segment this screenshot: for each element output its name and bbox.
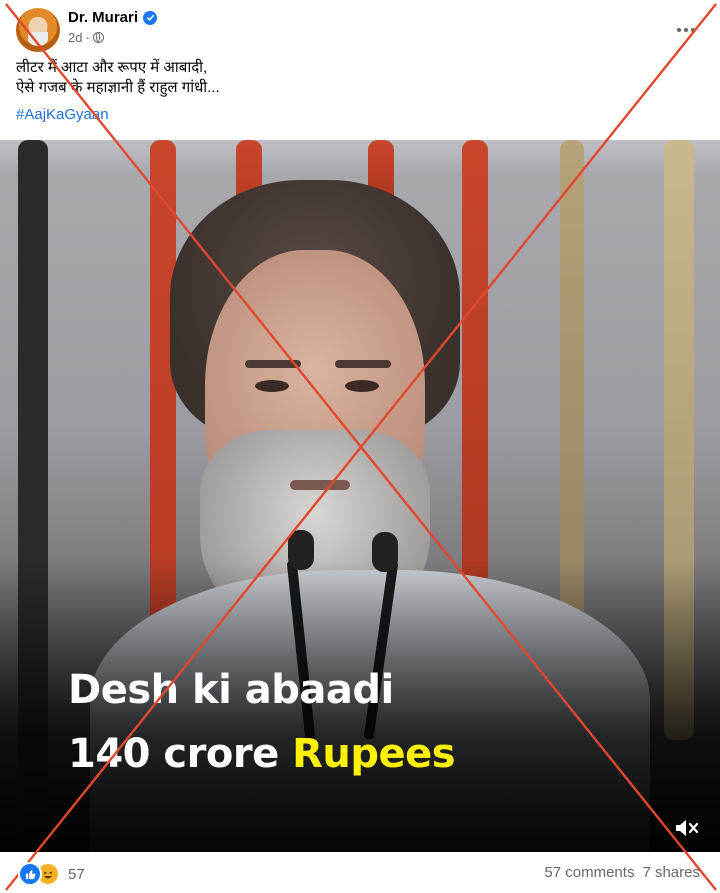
post-meta: 2d · [68,30,104,45]
video-caption-highlight: Rupees [292,731,456,777]
comments-count[interactable]: 57 comments [544,864,634,881]
video-caption-line-1: Desh ki abaadi [68,667,394,713]
speaker-brow [335,360,391,368]
post-text-line-2: ऐसे गजब के महाज्ञानी हैं राहुल गांधी... [16,79,220,96]
avatar-beard [28,32,48,46]
speaker-brow [245,360,301,368]
like-reaction-icon [18,862,42,886]
post-text: लीटर में आटा और रूपए में आबादी, ऐसे गजब … [16,58,696,98]
speaker-eye [345,380,379,392]
author-row: Dr. Murari [68,9,158,26]
more-icon[interactable] [668,12,704,48]
post-text-line-1: लीटर में आटा और रूपए में आबादी, [16,59,208,76]
hashtag-link[interactable]: #AajKaGyaan [16,106,109,123]
stage-backdrop [0,140,720,178]
post-time[interactable]: 2d [68,30,82,45]
verified-icon [143,10,158,25]
video-player[interactable]: Desh ki abaadi 140 crore Rupees [0,140,720,852]
speaker-eye [255,380,289,392]
post-footer: 57 57 comments 7 shares [0,852,720,893]
author-name[interactable]: Dr. Murari [68,9,138,26]
meta-separator: · [85,30,90,45]
video-caption-text: 140 crore [68,731,293,777]
mute-icon[interactable] [674,817,700,839]
engagement-stats: 57 comments 7 shares [544,864,700,881]
reactions-summary[interactable]: 57 [18,862,85,886]
shares-count[interactable]: 7 shares [642,864,700,881]
speaker-mouth [290,480,350,490]
globe-icon [92,32,104,43]
video-caption-line-2: 140 crore Rupees [68,730,456,778]
post-header: Dr. Murari 2d · [16,8,704,52]
avatar[interactable] [16,8,60,52]
reaction-count: 57 [68,865,85,883]
